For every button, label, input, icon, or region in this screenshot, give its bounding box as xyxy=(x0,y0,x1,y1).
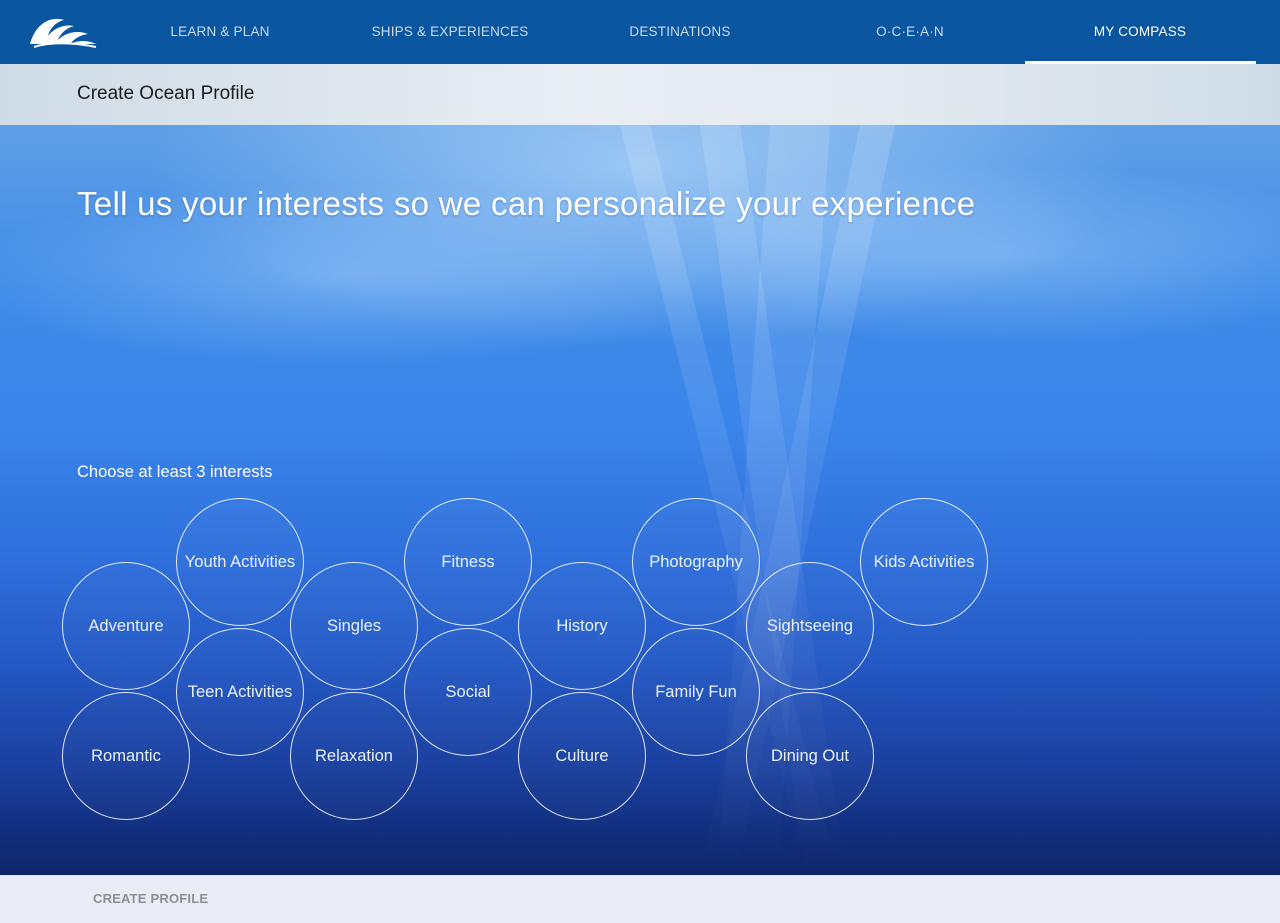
page-title: Create Ocean Profile xyxy=(77,83,255,104)
interest-social[interactable]: Social xyxy=(404,628,532,756)
interest-teen-activities[interactable]: Teen Activities xyxy=(176,628,304,756)
ocean-hero: Tell us your interests so we can persona… xyxy=(0,125,1280,875)
interest-history[interactable]: History xyxy=(518,562,646,690)
interest-singles[interactable]: Singles xyxy=(290,562,418,690)
hero-headline: Tell us your interests so we can persona… xyxy=(77,185,976,222)
top-navigation: LEARN & PLAN SHIPS & EXPERIENCES DESTINA… xyxy=(0,0,1280,64)
interest-instruction: Choose at least 3 interests xyxy=(77,463,273,481)
interest-adventure[interactable]: Adventure xyxy=(62,562,190,690)
subheader-bar: Create Ocean Profile xyxy=(0,64,1280,125)
interest-dining-out[interactable]: Dining Out xyxy=(746,692,874,820)
interest-kids-activities[interactable]: Kids Activities xyxy=(860,498,988,626)
interest-family-fun[interactable]: Family Fun xyxy=(632,628,760,756)
nav-ships-experiences[interactable]: SHIPS & EXPERIENCES xyxy=(335,0,565,64)
wave-logo-icon[interactable] xyxy=(26,14,100,50)
nav-my-compass[interactable]: MY COMPASS xyxy=(1025,0,1255,64)
nav-destinations[interactable]: DESTINATIONS xyxy=(565,0,795,64)
footer-bar: CREATE PROFILE xyxy=(0,875,1280,923)
create-profile-button[interactable]: CREATE PROFILE xyxy=(93,891,208,906)
interest-romantic[interactable]: Romantic xyxy=(62,692,190,820)
interest-fitness[interactable]: Fitness xyxy=(404,498,532,626)
nav-ocean[interactable]: O·C·E·A·N xyxy=(795,0,1025,64)
interest-culture[interactable]: Culture xyxy=(518,692,646,820)
interest-sightseeing[interactable]: Sightseeing xyxy=(746,562,874,690)
interest-relaxation[interactable]: Relaxation xyxy=(290,692,418,820)
interest-youth-activities[interactable]: Youth Activities xyxy=(176,498,304,626)
nav-learn-plan[interactable]: LEARN & PLAN xyxy=(105,0,335,64)
interest-photography[interactable]: Photography xyxy=(632,498,760,626)
